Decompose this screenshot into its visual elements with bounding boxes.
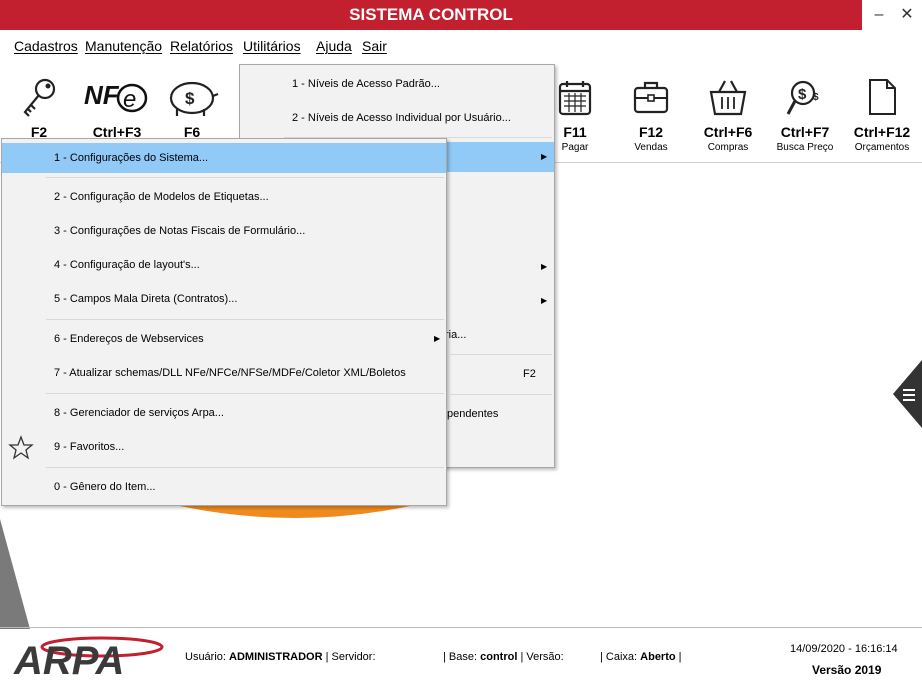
title-bar: SISTEMA CONTROL – ✕ xyxy=(0,0,922,30)
toolbar-label: Orçamentos xyxy=(854,142,910,153)
config-item-webservices[interactable]: 6 - Endereços de Webservices ▶ xyxy=(2,324,446,354)
config-item-favoritos[interactable]: 9 - Favoritos... xyxy=(2,432,446,462)
status-cash-value: Aberto xyxy=(640,651,676,663)
menu-cadastros[interactable]: Cadastros xyxy=(14,38,78,54)
status-datetime: 14/09/2020 - 16:16:14 xyxy=(790,643,898,655)
status-app-version: Versão 2019 xyxy=(812,663,882,677)
status-version-label: | Versão: xyxy=(520,651,564,663)
status-base-value: control xyxy=(480,651,518,663)
submenu-arrow-icon: ▶ xyxy=(541,152,548,161)
toolbar-button-ctrl-f12[interactable]: Ctrl+F12 Orçamentos xyxy=(847,76,917,162)
briefcase-icon xyxy=(633,81,669,114)
svg-text:$: $ xyxy=(813,92,819,103)
menu-manutencao[interactable]: Manutenção xyxy=(85,38,162,54)
star-icon xyxy=(8,435,34,460)
toolbar-key: F12 xyxy=(638,124,664,140)
status-server-label: | Servidor: xyxy=(325,651,376,663)
config-item-sistema[interactable]: 1 - Configurações do Sistema... xyxy=(2,143,446,173)
toolbar-button-ctrl-f6[interactable]: Ctrl+F6 Compras xyxy=(693,76,763,162)
document-icon xyxy=(869,79,896,115)
menu-separator xyxy=(450,354,552,355)
config-item-layouts[interactable]: 4 - Configuração de layout's... xyxy=(2,250,446,280)
config-item-genero[interactable]: 0 - Gênero do Item... xyxy=(2,472,446,502)
config-item-atualizar-schemas[interactable]: 7 - Atualizar schemas/DLL NFe/NFCe/NFSe/… xyxy=(2,358,446,388)
toolbar-button-f12[interactable]: F12 Vendas xyxy=(616,76,686,162)
utilities-menu-item[interactable]: 1 - Níveis de Acesso Padrão... xyxy=(240,69,554,99)
menu-sair[interactable]: Sair xyxy=(362,38,387,54)
submenu-arrow-icon: ▶ xyxy=(541,262,548,271)
price-search-icon: $ $ xyxy=(786,80,819,115)
toolbar-label: Vendas xyxy=(634,142,668,153)
svg-text:e: e xyxy=(123,86,136,113)
menu-separator xyxy=(46,177,444,178)
config-item-notas-fiscais[interactable]: 3 - Configurações de Notas Fiscais de Fo… xyxy=(2,216,446,246)
side-panel-toggle-icon[interactable] xyxy=(893,360,922,428)
submenu-arrow-icon: ▶ xyxy=(541,296,548,305)
utilities-menu-item[interactable]: 2 - Níveis de Acesso Individual por Usuá… xyxy=(240,103,554,133)
config-submenu: 1 - Configurações do Sistema... 2 - Conf… xyxy=(1,138,447,506)
toolbar-label: Busca Preço xyxy=(776,142,834,153)
toolbar-key: Ctrl+F7 xyxy=(780,124,830,140)
menu-utilitarios[interactable]: Utilitários xyxy=(243,38,301,54)
menu-separator xyxy=(46,393,444,394)
svg-text:$: $ xyxy=(798,86,807,103)
menu-relatorios[interactable]: Relatórios xyxy=(170,38,233,54)
config-item-gerenciador[interactable]: 8 - Gerenciador de serviços Arpa... xyxy=(2,398,446,428)
svg-text:$: $ xyxy=(185,89,195,108)
arpa-logo: ARPA xyxy=(13,636,164,680)
status-base: | Base: control | Versão: xyxy=(443,651,564,663)
corner-decoration xyxy=(0,519,30,629)
status-cash-label: | Caixa: xyxy=(600,651,638,663)
logo-watermark-fragment xyxy=(180,506,410,518)
status-cash: | Caixa: Aberto | xyxy=(600,651,682,663)
menu-separator xyxy=(46,467,444,468)
minimize-button[interactable]: – xyxy=(868,4,890,26)
toolbar-button-ctrl-f7[interactable]: $ $ Ctrl+F7 Busca Preço xyxy=(770,76,840,162)
menu-separator xyxy=(46,319,444,320)
window-title: SISTEMA CONTROL xyxy=(349,5,513,24)
toolbar-key: Ctrl+F6 xyxy=(703,124,753,140)
status-base-label: | Base: xyxy=(443,651,478,663)
toolbar-label: Compras xyxy=(707,142,749,153)
status-cash-end: | xyxy=(678,651,682,663)
menu-ajuda[interactable]: Ajuda xyxy=(316,38,352,54)
basket-icon xyxy=(709,80,747,116)
piggy-bank-icon: $ xyxy=(169,81,219,116)
toolbar-key: Ctrl+F12 xyxy=(853,124,911,140)
submenu-arrow-icon: ▶ xyxy=(434,334,441,343)
menu-separator xyxy=(450,394,552,395)
statusbar-divider xyxy=(0,627,922,628)
status-user: Usuário: ADMINISTRADOR | Servidor: xyxy=(185,651,376,663)
close-button[interactable]: ✕ xyxy=(896,4,918,26)
svg-text:NF: NF xyxy=(84,80,120,110)
key-icon xyxy=(23,78,56,117)
config-item-etiquetas[interactable]: 2 - Configuração de Modelos de Etiquetas… xyxy=(2,182,446,212)
nfe-icon: NF e xyxy=(84,80,148,113)
status-user-label: Usuário: xyxy=(185,651,226,663)
status-user-value: ADMINISTRADOR xyxy=(229,651,323,663)
calendar-icon xyxy=(558,81,592,116)
config-item-mala-direta[interactable]: 5 - Campos Mala Direta (Contratos)... xyxy=(2,284,446,314)
arpa-logo-text: ARPA xyxy=(13,639,124,680)
